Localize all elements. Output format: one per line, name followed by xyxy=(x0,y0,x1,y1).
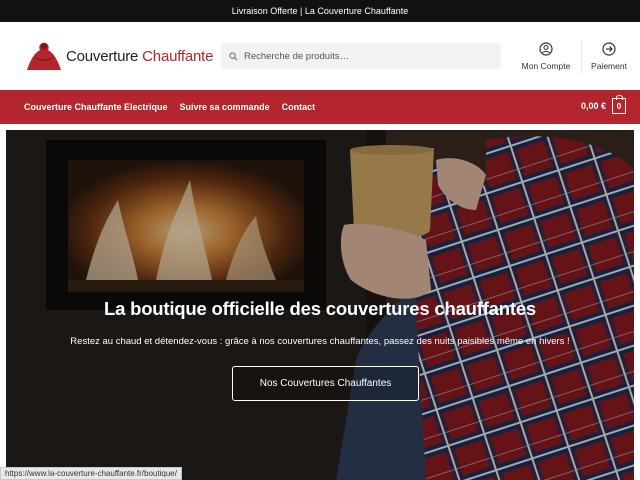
nav-item-electric-blanket[interactable]: Couverture Chauffante Electrique xyxy=(24,102,168,112)
cart-button[interactable]: 0,00 € 0 xyxy=(580,95,626,114)
payment-link[interactable]: Paiement xyxy=(588,42,630,71)
status-bar-url: https://www.la-couverture-chauffante.fr/… xyxy=(0,467,182,480)
product-search[interactable] xyxy=(221,43,501,69)
announcement-bar: Livraison Offerte | La Couverture Chauff… xyxy=(0,0,640,22)
main-navigation: Couverture Chauffante Electrique Suivre … xyxy=(0,90,640,124)
search-input[interactable] xyxy=(244,50,484,62)
cart-count: 0 xyxy=(616,101,622,111)
announcement-text: Livraison Offerte | La Couverture Chauff… xyxy=(231,6,409,16)
hero-title: La boutique officielle des couvertures c… xyxy=(103,298,537,319)
site-logo[interactable]: Couverture Chauffante xyxy=(24,39,213,73)
account-link[interactable]: Mon Compte xyxy=(518,42,574,71)
site-header: Couverture Chauffante Mon Compte Paiemen… xyxy=(0,22,640,90)
account-label: Mon Compte xyxy=(521,61,571,71)
hero-banner: La boutique officielle des couvertures c… xyxy=(6,130,634,480)
arrow-right-circle-icon xyxy=(602,42,616,56)
cart-icon: 0 xyxy=(612,95,626,114)
search-icon xyxy=(229,51,238,60)
nav-item-track-order[interactable]: Suivre sa commande xyxy=(180,102,270,112)
user-icon xyxy=(539,42,553,56)
hero-subtitle: Restez au chaud et détendez-vous : grâce… xyxy=(70,336,570,347)
payment-label: Paiement xyxy=(591,61,627,71)
header-divider xyxy=(581,40,582,74)
nav-item-contact[interactable]: Contact xyxy=(282,102,316,112)
blanket-person-logo-icon xyxy=(27,42,61,70)
shop-blankets-button[interactable]: Nos Couvertures Chauffantes xyxy=(232,366,419,401)
logo-text: Couverture Chauffante xyxy=(66,47,214,65)
cart-total: 0,00 € xyxy=(580,101,606,111)
